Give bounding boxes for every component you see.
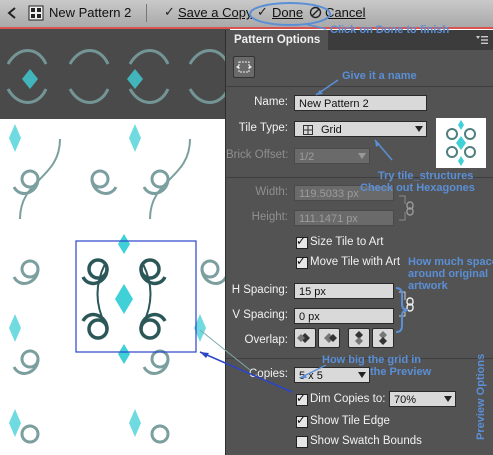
done-highlight-ellipse bbox=[249, 2, 331, 26]
spacing-hint-line-3: artwork bbox=[408, 280, 448, 292]
spacing-hint-line-2: around original bbox=[408, 268, 489, 280]
done-hint-annotation: Click on Done to finish bbox=[330, 24, 450, 36]
grid-hint-line-2: the Preview bbox=[370, 366, 432, 378]
name-hint-annotation: Give it a name bbox=[342, 70, 417, 82]
done-arrow-line bbox=[304, 23, 327, 30]
annotation-overlay bbox=[199, 2, 409, 393]
spacing-hint-line-1: How much space bbox=[408, 256, 493, 268]
spacing-hint-annotation: How much space around original artwork bbox=[408, 256, 493, 292]
tile-edge-arrow bbox=[199, 351, 293, 393]
spacing-brace bbox=[395, 287, 409, 333]
tile-hint-annotation-2: Check out Hexagones bbox=[360, 182, 475, 194]
original-art-arrow bbox=[199, 329, 251, 371]
grid-hint-line-1: How big the grid in bbox=[322, 354, 421, 366]
preview-options-label: Preview Options bbox=[475, 353, 487, 440]
grid-hint-annotation: How big the grid in the Preview bbox=[322, 354, 431, 378]
tile-hint-annotation-1: Try tile_structures bbox=[378, 170, 474, 182]
